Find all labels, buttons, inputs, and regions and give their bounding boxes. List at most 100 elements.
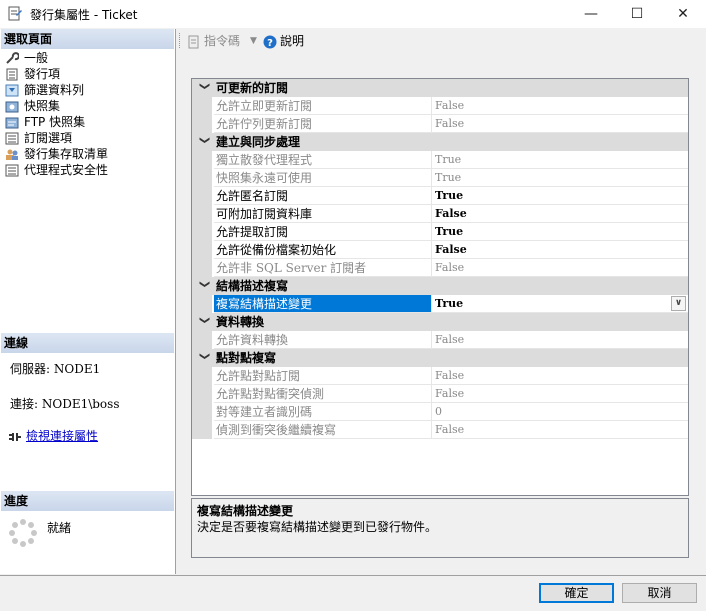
property-row[interactable]: 偵測到衝突後繼續複寫 False	[192, 421, 688, 439]
property-name: 允許立即更新訂閱	[214, 97, 432, 115]
property-value[interactable]: True	[432, 187, 688, 205]
row-gutter	[192, 403, 212, 421]
property-row[interactable]: 允許點對點衝突偵測 False	[192, 385, 688, 403]
row-gutter	[192, 259, 212, 277]
property-name: 允許佇列更新訂閱	[214, 115, 432, 133]
property-name: 允許匿名訂閱	[214, 187, 432, 205]
property-value[interactable]: False	[432, 241, 688, 259]
property-name: 允許非 SQL Server 訂閱者	[214, 259, 432, 277]
row-gutter	[192, 115, 212, 133]
property-value: False	[432, 367, 688, 385]
nav-item-label: 發行集存取清單	[24, 147, 109, 161]
property-row[interactable]: 快照集永遠可使用 True	[192, 169, 688, 187]
row-gutter	[192, 367, 212, 385]
property-value: False	[432, 115, 688, 133]
title-bar: 發行集屬性 - Ticket — ☐ ✕	[0, 0, 706, 28]
property-value[interactable]: False	[432, 205, 688, 223]
script-label: 指令碼	[204, 34, 241, 48]
property-value: 0	[432, 403, 688, 421]
property-value: True	[435, 297, 464, 310]
connection-header: 連線	[1, 333, 174, 353]
property-name: 複寫結構描述變更	[214, 295, 432, 313]
nav-item-label: FTP 快照集	[24, 115, 86, 129]
dropdown-chevron-icon[interactable]: ∨	[671, 296, 686, 311]
view-connection-properties-link[interactable]: 檢視連接屬性	[8, 427, 98, 444]
property-row[interactable]: 對等建立者識別碼 0	[192, 403, 688, 421]
collapse-chevron-icon[interactable]: ❯	[197, 352, 211, 364]
row-gutter	[192, 151, 212, 169]
script-dropdown-icon[interactable]: ▼	[250, 33, 257, 49]
nav-item-label: 篩選資料列	[24, 83, 85, 97]
help-button[interactable]: ? 說明	[263, 33, 304, 49]
category-label: 點對點複寫	[216, 351, 277, 365]
nav-item-articles[interactable]: 發行項	[5, 66, 60, 82]
minimize-button[interactable]: —	[568, 0, 614, 28]
nav-item-subscription-options[interactable]: 訂閱選項	[5, 130, 72, 146]
property-row[interactable]: 允許立即更新訂閱 False	[192, 97, 688, 115]
nav-item-label: 一般	[24, 51, 49, 65]
property-value[interactable]: True	[432, 223, 688, 241]
property-value: True	[432, 169, 688, 187]
collapse-chevron-icon[interactable]: ❯	[197, 280, 211, 292]
server-label: 伺服器: NODE1	[10, 362, 101, 376]
nav-item-label: 快照集	[24, 99, 61, 113]
nav-item-snapshot[interactable]: 快照集	[5, 98, 60, 114]
property-value-dropdown[interactable]: True ∨	[432, 295, 688, 313]
select-page-header: 選取頁面	[1, 29, 174, 49]
property-value: False	[432, 97, 688, 115]
row-gutter	[192, 205, 212, 223]
button-bar: 確定 取消	[0, 575, 706, 611]
nav-item-label: 訂閱選項	[24, 131, 73, 145]
users-icon	[6, 149, 18, 160]
close-button[interactable]: ✕	[660, 0, 706, 28]
collapse-chevron-icon[interactable]: ❯	[197, 316, 211, 328]
property-row[interactable]: 允許非 SQL Server 訂閱者 False	[192, 259, 688, 277]
properties-icon	[8, 6, 22, 21]
row-gutter	[192, 97, 212, 115]
progress-spinner-icon	[9, 519, 37, 547]
property-row[interactable]: 允許匿名訂閱 True	[192, 187, 688, 205]
svg-text:?: ?	[267, 38, 273, 49]
property-grid: ❯ 可更新的訂閱 允許立即更新訂閱 False 允許佇列更新訂閱 False ❯…	[191, 78, 689, 496]
category-updatable-subscriptions[interactable]: ❯ 可更新的訂閱	[192, 79, 688, 97]
category-label: 可更新的訂閱	[216, 81, 289, 95]
nav-item-general[interactable]: 一般	[5, 50, 48, 66]
property-row[interactable]: 允許提取訂閱 True	[192, 223, 688, 241]
property-name: 允許點對點衝突偵測	[214, 385, 432, 403]
help-icon: ?	[263, 35, 277, 49]
connection-icon	[9, 432, 21, 441]
category-schema-replication[interactable]: ❯ 結構描述複寫	[192, 277, 688, 295]
category-peer-to-peer[interactable]: ❯ 點對點複寫	[192, 349, 688, 367]
collapse-chevron-icon[interactable]: ❯	[197, 136, 211, 148]
row-gutter	[192, 223, 212, 241]
category-creation-sync[interactable]: ❯ 建立與同步處理	[192, 133, 688, 151]
nav-item-access-list[interactable]: 發行集存取清單	[5, 146, 108, 162]
property-name: 允許從備份檔案初始化	[214, 241, 432, 259]
property-name: 允許資料轉換	[214, 331, 432, 349]
script-button[interactable]: 指令碼	[187, 33, 240, 49]
property-name: 獨立散發代理程式	[214, 151, 432, 169]
property-row[interactable]: 允許點對點訂閱 False	[192, 367, 688, 385]
property-name: 對等建立者識別碼	[214, 403, 432, 421]
nav-item-agent-security[interactable]: 代理程式安全性	[5, 162, 108, 178]
nav-item-ftp-snapshot[interactable]: FTP 快照集	[5, 114, 85, 130]
left-panel: 選取頁面 一般 發行項 篩選資料列 快照集 FTP 快照集 訂閱選項 發行集存取…	[0, 29, 176, 574]
property-row[interactable]: 允許資料轉換 False	[192, 331, 688, 349]
category-data-transformation[interactable]: ❯ 資料轉換	[192, 313, 688, 331]
property-row[interactable]: 可附加訂閱資料庫 False	[192, 205, 688, 223]
property-row-selected[interactable]: 複寫結構描述變更 True ∨	[192, 295, 688, 313]
ok-button[interactable]: 確定	[539, 583, 614, 603]
maximize-button[interactable]: ☐	[614, 0, 660, 28]
property-row[interactable]: 獨立散發代理程式 True	[192, 151, 688, 169]
property-row[interactable]: 允許從備份檔案初始化 False	[192, 241, 688, 259]
nav-item-filter-rows[interactable]: 篩選資料列	[5, 82, 84, 98]
description-text: 決定是否要複寫結構描述變更到已發行物件。	[197, 520, 438, 534]
property-value: False	[432, 259, 688, 277]
property-name: 允許提取訂閱	[214, 223, 432, 241]
script-icon	[188, 35, 199, 48]
description-pane: 複寫結構描述變更 決定是否要複寫結構描述變更到已發行物件。	[191, 498, 689, 558]
cancel-button[interactable]: 取消	[622, 583, 697, 603]
collapse-chevron-icon[interactable]: ❯	[197, 82, 211, 94]
property-row[interactable]: 允許佇列更新訂閱 False	[192, 115, 688, 133]
row-gutter	[192, 169, 212, 187]
